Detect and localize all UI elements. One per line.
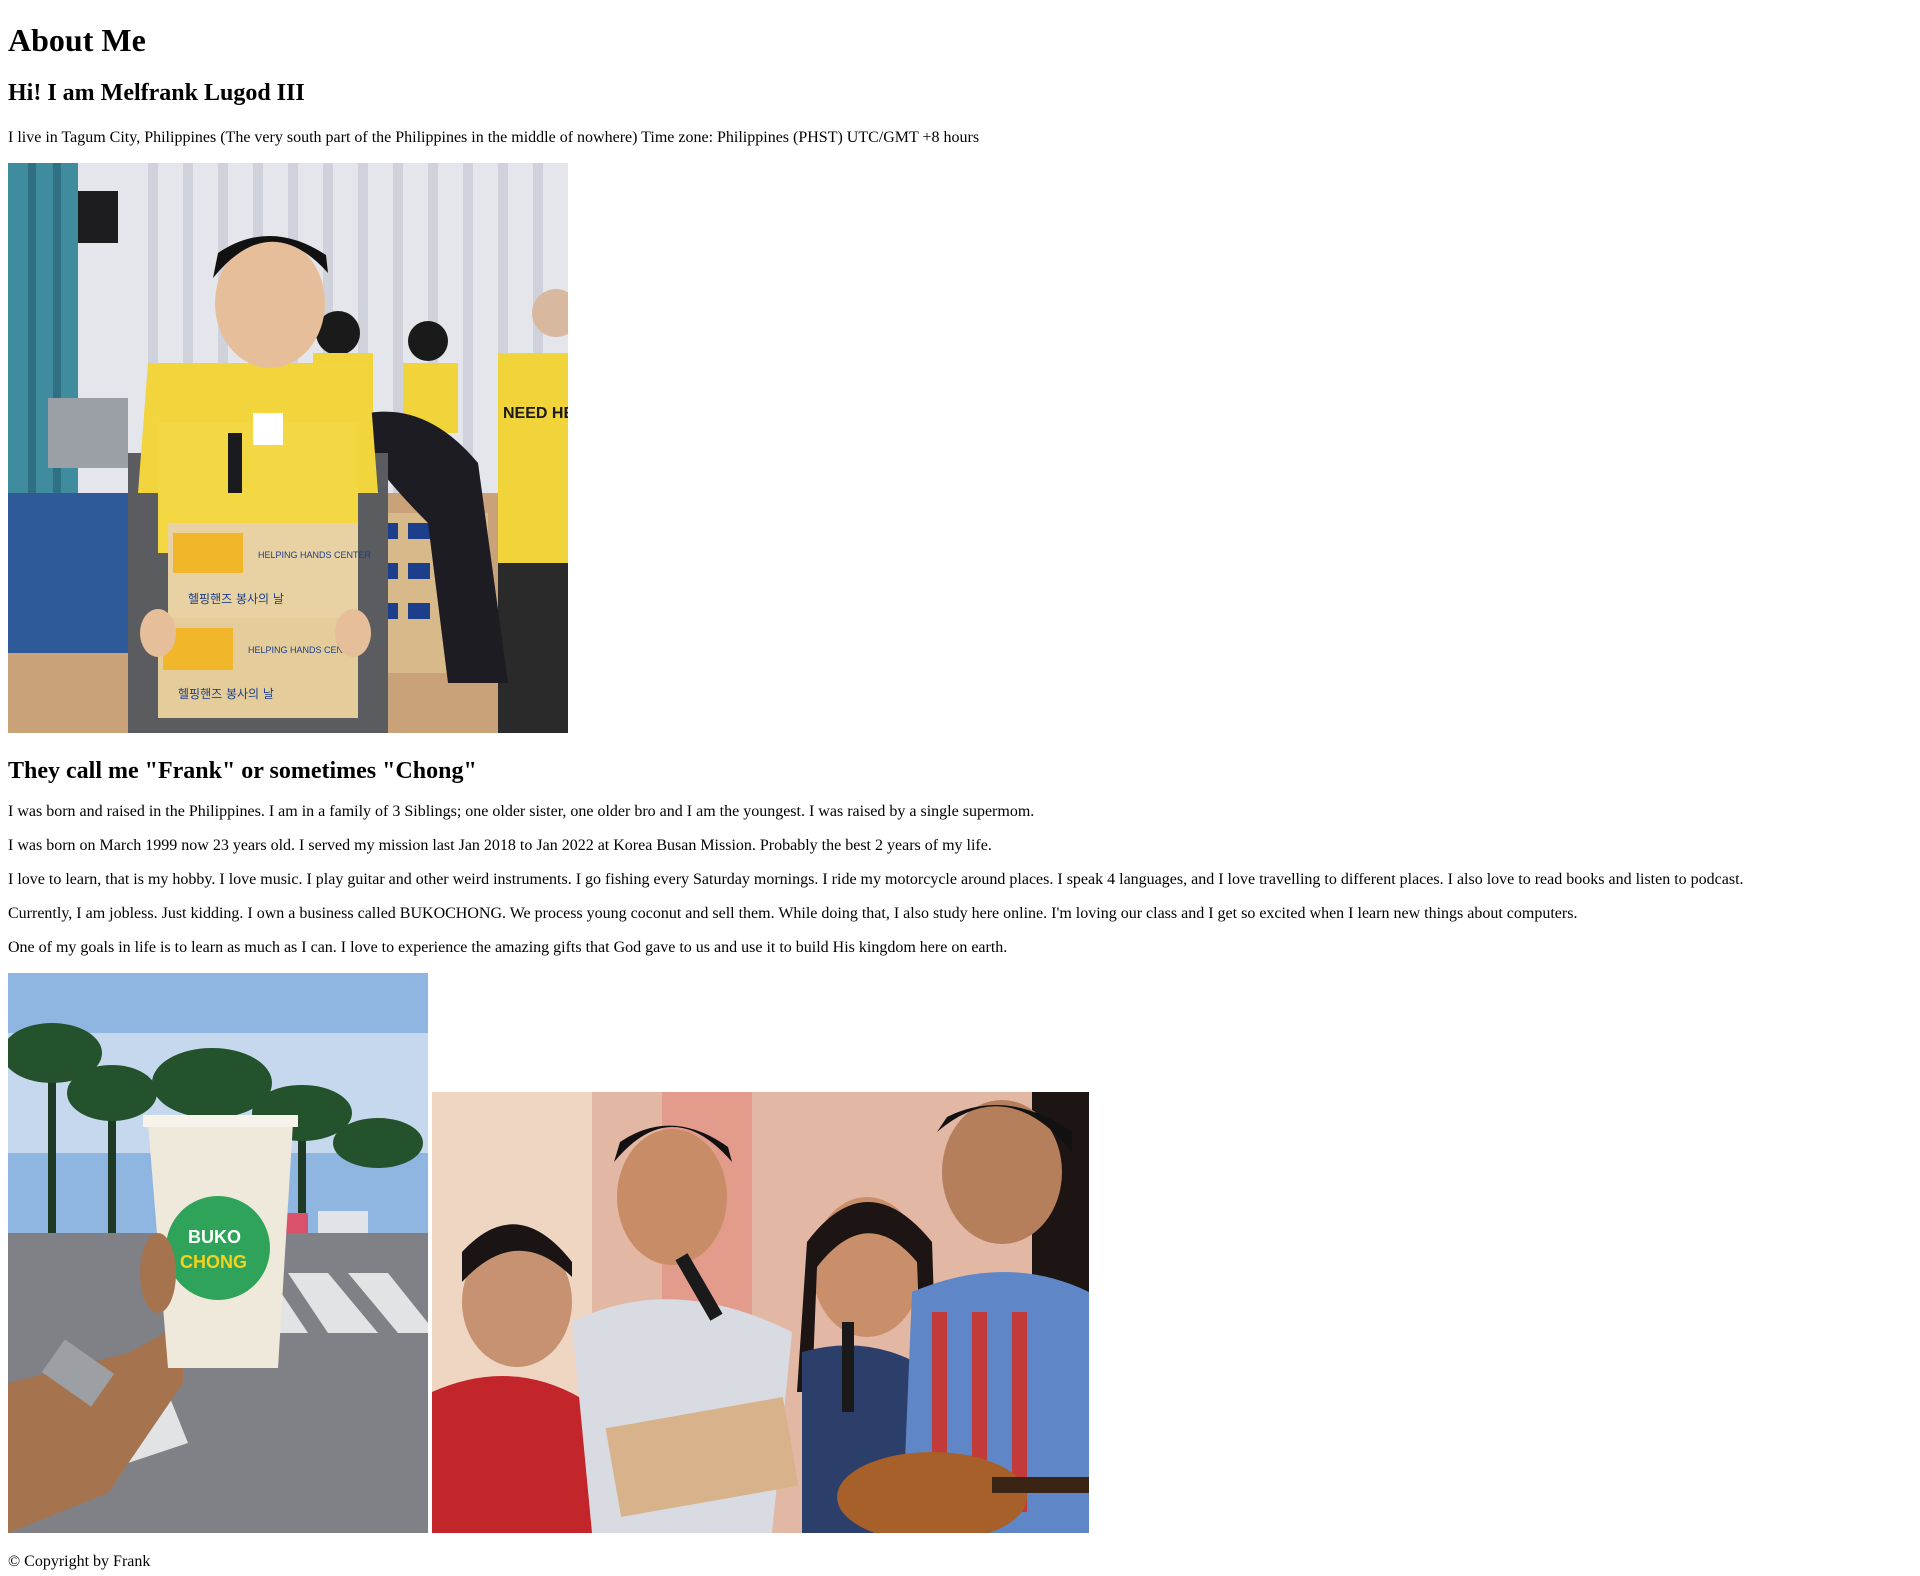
page-title: About Me bbox=[8, 22, 146, 58]
photo-gallery: BUKO CHONG bbox=[8, 973, 1912, 1533]
vest-text: NEED HELP bbox=[503, 405, 568, 422]
intro-text: I live in Tagum City, Philippines (The v… bbox=[8, 129, 980, 146]
box-korean-bottom: 헬핑핸즈 봉사의 날 bbox=[178, 686, 274, 701]
buko-logo-line1: BUKO bbox=[188, 1227, 241, 1247]
footer-copyright: © Copyright by Frank bbox=[8, 1553, 151, 1570]
bio-section: I was born and raised in the Philippines… bbox=[8, 803, 1912, 957]
bio-paragraph-business: Currently, I am jobless. Just kidding. I… bbox=[8, 905, 1578, 922]
bio-paragraph-mission: I was born on March 1999 now 23 years ol… bbox=[8, 837, 992, 854]
bio-paragraph-family: I was born and raised in the Philippines… bbox=[8, 803, 1035, 820]
group-singing-photo bbox=[432, 1092, 1089, 1533]
bio-paragraph-goals: One of my goals in life is to learn as m… bbox=[8, 939, 1008, 956]
page-content: About Me Hi! I am Melfrank Lugod III I l… bbox=[0, 0, 1920, 1571]
box-korean-top: 헬핑핸즈 봉사의 날 bbox=[188, 591, 284, 606]
nickname-heading: They call me "Frank" or sometimes "Chong… bbox=[8, 758, 477, 784]
volunteer-photo: NEED HELP HELPING HANDS CENTER 헬핑핸즈 봉사의 … bbox=[8, 163, 568, 733]
box-brand-top: HELPING HANDS CENTER bbox=[258, 550, 372, 560]
buko-logo-line2: CHONG bbox=[180, 1252, 247, 1272]
greeting-heading: Hi! I am Melfrank Lugod III bbox=[8, 80, 305, 106]
buko-drink-photo: BUKO CHONG bbox=[8, 973, 428, 1533]
bio-paragraph-hobbies: I love to learn, that is my hobby. I lov… bbox=[8, 871, 1744, 888]
